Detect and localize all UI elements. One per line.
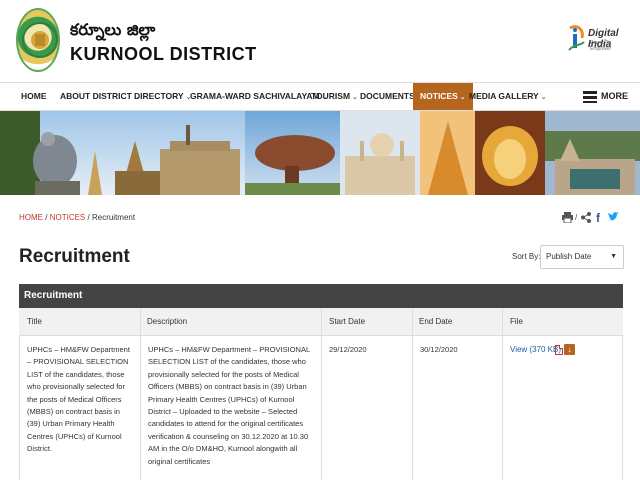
column-divider [502,308,503,480]
caret-down-icon: ▼ [610,253,617,260]
sort-by-select[interactable]: Publish Date ▼ [540,245,624,269]
breadcrumb: HOME / NOTICES / Recruitment [19,213,135,222]
column-header-start-date[interactable]: Start Date [329,308,365,336]
view-file-link[interactable]: View (370 KB) [510,345,561,354]
pdf-icon [555,345,563,355]
column-header-description[interactable]: Description [147,308,187,336]
nav-item-directory[interactable]: DIRECTORY ⌄ [134,83,191,110]
chevron-down-icon: ⌄ [540,94,547,101]
print-icon[interactable] [562,212,573,226]
breadcrumb-notices[interactable]: NOTICES [50,213,86,222]
nav-item-tourism[interactable]: TOURISM ⌄ [311,83,358,110]
chevron-down-icon: ⌄ [352,94,358,101]
digital-india-tagline: Power To Empower [590,40,612,52]
cell-description: UPHCs – HM&FW Department – PROVISIONAL S… [148,345,310,466]
cell-title: UPHCs – HM&FW Department – PROVISIONAL S… [27,345,130,454]
twitter-icon[interactable] [608,212,619,225]
nav-item-media-gallery[interactable]: MEDIA GALLERY ⌄ [469,83,547,110]
column-divider [412,308,413,480]
site-header: కర్నూలు జిల్లా KURNOOL DISTRICT Digital … [0,0,640,82]
breadcrumb-current: Recruitment [91,213,136,222]
banner-image [0,111,640,195]
column-header-title[interactable]: Title [27,308,42,336]
hamburger-icon [583,90,597,103]
column-divider [140,308,141,480]
main-nav: HOME ABOUT DISTRICT ⌄ DIRECTORY ⌄ GRAMA-WA… [0,82,640,111]
digital-india-icon [568,25,585,51]
more-menu-button[interactable]: MORE [583,83,628,110]
share-bar: / f [562,211,624,226]
ap-emblem-logo[interactable] [16,8,60,72]
cell-start-date: 29/12/2020 [329,345,367,354]
chevron-down-icon: ⌄ [459,94,466,101]
sort-label: Sort By: [512,252,541,261]
table-caption: Recruitment [19,284,623,308]
download-icon[interactable]: ↓ [564,344,575,355]
site-title[interactable]: KURNOOL DISTRICT [70,44,257,65]
nav-item-about-district[interactable]: ABOUT DISTRICT ⌄ [60,83,140,110]
page-title: Recruitment [19,246,130,267]
share-icon[interactable] [581,212,591,226]
sort-selected-value: Publish Date [546,252,592,261]
share-separator: / [575,213,578,222]
nav-item-grama-ward-sachivalayam[interactable]: GRAMA-WARD SACHIVALAYAM ⌄ [190,83,327,110]
column-divider [321,308,322,480]
facebook-icon[interactable]: f [596,211,600,225]
breadcrumb-separator: / [45,213,48,222]
cell-end-date: 30/12/2020 [420,345,458,354]
banner-collage [0,111,640,195]
nav-item-notices[interactable]: NOTICES ⌄ [413,83,473,110]
nav-item-home[interactable]: HOME [21,83,47,110]
site-title-telugu: కర్నూలు జిల్లా [70,20,156,39]
digital-india-logo[interactable]: Digital India Power To Empower [566,20,632,56]
column-header-end-date[interactable]: End Date [419,308,452,336]
breadcrumb-home[interactable]: HOME [19,213,43,222]
column-header-file[interactable]: File [510,308,523,336]
breadcrumb-separator: / [87,213,90,222]
